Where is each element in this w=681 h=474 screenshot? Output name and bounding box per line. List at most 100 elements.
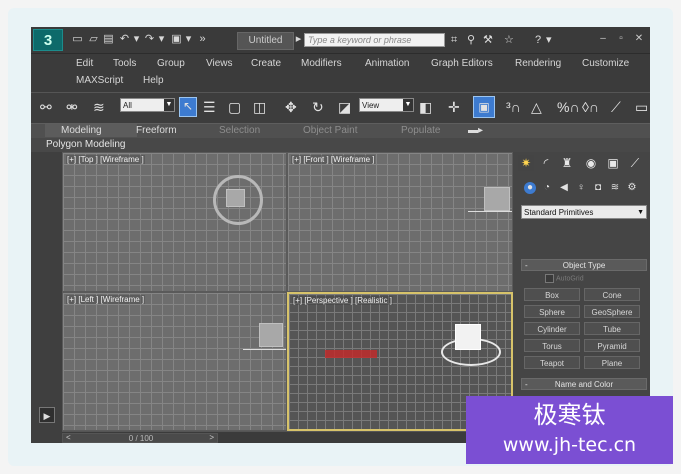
close-icon[interactable]: ✕	[631, 32, 647, 46]
select-by-name-icon[interactable]: ☰	[203, 99, 216, 115]
tab-object-paint[interactable]: Object Paint	[303, 125, 357, 136]
percent-snap-icon[interactable]: %∩	[557, 99, 580, 115]
geosphere-button[interactable]: GeoSphere	[584, 305, 640, 318]
menu-rendering[interactable]: Rendering	[515, 58, 561, 69]
keyboard-shortcut-override-icon[interactable]: ▣	[473, 96, 495, 118]
open-folder-icon[interactable]: ▱	[87, 33, 100, 45]
save-icon[interactable]: ▤	[102, 33, 115, 45]
menu-create[interactable]: Create	[251, 58, 281, 69]
menu-modifiers[interactable]: Modifiers	[301, 58, 342, 69]
select-and-move-icon[interactable]: ✥	[285, 99, 297, 115]
select-and-manipulate-icon[interactable]: ✛	[448, 99, 460, 115]
tube-button[interactable]: Tube	[584, 322, 640, 335]
reference-coordinate-dropdown[interactable]: View ▼	[359, 98, 414, 112]
systems-icon[interactable]: ⚙	[626, 182, 638, 194]
tab-selection[interactable]: Selection	[219, 125, 260, 136]
utilities-tab-icon[interactable]: ⟋	[627, 155, 643, 171]
menu-help[interactable]: Help	[143, 75, 164, 86]
favorites-star-icon[interactable]: ☆	[504, 34, 514, 46]
bind-to-space-warp-icon[interactable]: ≋	[93, 99, 105, 115]
tab-modeling[interactable]: Modeling	[61, 125, 102, 136]
slider-left-arrow-icon[interactable]: <	[66, 433, 71, 442]
tab-populate[interactable]: Populate	[401, 125, 440, 136]
viewport-top[interactable]: [+] [Top ] [Wireframe ]	[62, 152, 287, 292]
name-and-color-rollout-header[interactable]: - Name and Color	[521, 378, 647, 390]
window-crossing-icon[interactable]: ◫	[253, 99, 266, 115]
new-file-icon[interactable]: ▭	[71, 33, 84, 45]
more-tools-icon[interactable]: »	[196, 33, 209, 45]
object-type-rollout-header[interactable]: - Object Type	[521, 259, 647, 271]
subscription-key-icon[interactable]: ⚲	[467, 34, 475, 46]
tab-freeform[interactable]: Freeform	[136, 125, 177, 136]
menu-edit[interactable]: Edit	[76, 58, 93, 69]
mirror-icon[interactable]: ▭	[635, 99, 648, 115]
minimize-icon[interactable]: –	[595, 32, 611, 46]
undo-dropdown-icon[interactable]: ▾	[130, 33, 143, 45]
lights-icon[interactable]: ◀	[558, 182, 570, 194]
motion-tab-icon[interactable]: ◉	[583, 155, 599, 171]
play-icon[interactable]: ▶	[39, 407, 55, 423]
edit-named-selection-icon[interactable]: ⟋	[611, 99, 621, 115]
plane-button[interactable]: Plane	[584, 356, 640, 369]
helpers-icon[interactable]: ◘	[592, 182, 604, 194]
menu-views[interactable]: Views	[206, 58, 233, 69]
search-input[interactable]	[304, 33, 445, 47]
viewport-front[interactable]: [+] [Front ] [Wireframe ]	[287, 152, 513, 292]
viewport-left-label[interactable]: [+] [Left ] [Wireframe ]	[66, 295, 146, 304]
pyramid-button[interactable]: Pyramid	[584, 339, 640, 352]
menu-graph-editors[interactable]: Graph Editors	[431, 58, 493, 69]
shapes-icon[interactable]: ◔	[541, 182, 553, 194]
autogrid-checkbox[interactable]: AutoGrid	[545, 274, 584, 283]
use-pivot-center-icon[interactable]: ◧	[419, 99, 432, 115]
modify-tab-icon[interactable]: ◜	[538, 155, 554, 171]
primitive-category-dropdown[interactable]: Standard Primitives ▼	[521, 205, 647, 219]
slider-right-arrow-icon[interactable]: >	[209, 433, 214, 442]
menu-maxscript[interactable]: MAXScript	[76, 75, 123, 86]
app-logo-button[interactable]: 3	[33, 29, 63, 51]
redo-dropdown-icon[interactable]: ▾	[155, 33, 168, 45]
rectangular-selection-icon[interactable]: ▢	[228, 99, 241, 115]
box-button[interactable]: Box	[524, 288, 580, 301]
space-warps-icon[interactable]: ≋	[609, 182, 621, 194]
viewcube[interactable]	[455, 324, 481, 350]
viewport-left[interactable]: [+] [Left ] [Wireframe ]	[62, 292, 287, 431]
viewport-top-label[interactable]: [+] [Top ] [Wireframe ]	[66, 155, 145, 164]
angle-snap-icon[interactable]: △	[531, 99, 542, 115]
cameras-icon[interactable]: ♀	[575, 182, 587, 194]
project-dropdown-icon[interactable]: ▾	[182, 33, 195, 45]
snaps-toggle-icon[interactable]: ³∩	[506, 99, 521, 115]
select-and-link-icon[interactable]: ⚯	[40, 99, 52, 115]
select-object-icon[interactable]: ↖	[179, 97, 197, 117]
select-and-scale-icon[interactable]: ◪	[338, 99, 351, 115]
time-slider[interactable]: < 0 / 100 >	[62, 433, 218, 443]
display-tab-icon[interactable]: ▣	[605, 155, 621, 171]
menu-animation[interactable]: Animation	[365, 58, 409, 69]
ribbon-options-icon[interactable]: ▬▸	[468, 125, 483, 136]
cylinder-button[interactable]: Cylinder	[524, 322, 580, 335]
menu-customize[interactable]: Customize	[582, 58, 629, 69]
selection-filter-dropdown[interactable]: All ▼	[120, 98, 175, 112]
viewport-front-label[interactable]: [+] [Front ] [Wireframe ]	[291, 155, 376, 164]
menu-group[interactable]: Group	[157, 58, 185, 69]
sphere-button[interactable]: Sphere	[524, 305, 580, 318]
teapot-button[interactable]: Teapot	[524, 356, 580, 369]
ribbon-tabs: Modeling Freeform Selection Object Paint…	[31, 123, 650, 138]
binoculars-icon[interactable]: ⌗	[451, 34, 457, 46]
hierarchy-tab-icon[interactable]: ♜	[559, 155, 575, 171]
spinner-snap-icon[interactable]: ◊∩	[582, 99, 599, 115]
geometry-icon[interactable]: ●	[524, 182, 536, 194]
selection-filter-value: All	[123, 101, 132, 110]
unlink-selection-icon[interactable]: ⚮	[66, 99, 78, 115]
cone-button[interactable]: Cone	[584, 288, 640, 301]
menu-tools[interactable]: Tools	[113, 58, 136, 69]
help-dropdown-icon[interactable]: ▾	[546, 34, 552, 46]
polygon-modeling-label[interactable]: Polygon Modeling	[46, 138, 126, 152]
maximize-icon[interactable]: ▫	[613, 32, 629, 46]
select-and-rotate-icon[interactable]: ↻	[312, 99, 324, 115]
create-tab-icon[interactable]: ✷	[518, 155, 534, 171]
torus-button[interactable]: Torus	[524, 339, 580, 352]
communication-center-icon[interactable]: ⚒	[483, 34, 493, 46]
viewport-perspective-label[interactable]: [+] [Perspective ] [Realistic ]	[292, 296, 393, 305]
grid-object	[325, 350, 377, 358]
help-button[interactable]: ?	[535, 34, 541, 46]
